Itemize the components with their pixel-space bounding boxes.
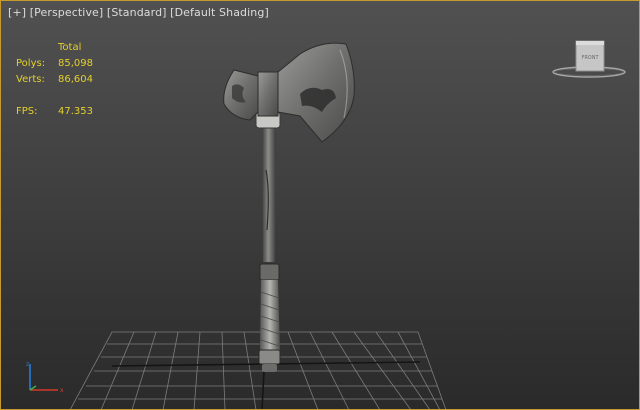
viewport-menu-perspective[interactable]: [Perspective] <box>30 6 104 19</box>
verts-value: 86,604 <box>58 74 93 85</box>
viewport-label: [+] [Perspective] [Standard] [Default Sh… <box>8 6 269 19</box>
statistics-overlay: Total Polys: 85,098 Verts: 86,604 FPS: 4… <box>16 40 118 120</box>
svg-text:x: x <box>60 387 64 394</box>
viewcube-icon[interactable]: FRONT <box>549 38 629 80</box>
home-grid <box>69 331 447 410</box>
axis-tripod-icon: z x <box>26 361 64 394</box>
stats-header: Total <box>58 42 82 53</box>
axe-model <box>223 42 355 372</box>
viewport-menu-plus[interactable]: [+] <box>8 6 26 19</box>
svg-text:z: z <box>26 361 29 368</box>
viewcube-face-label: FRONT <box>581 55 599 61</box>
viewport-menu-standard[interactable]: [Standard] <box>107 6 167 19</box>
verts-label: Verts: <box>16 74 45 85</box>
fps-value: 47.353 <box>58 106 93 117</box>
polys-label: Polys: <box>16 58 46 69</box>
fps-label: FPS: <box>16 106 38 117</box>
polys-value: 85,098 <box>58 58 93 69</box>
perspective-viewport[interactable]: [+] [Perspective] [Standard] [Default Sh… <box>0 0 640 410</box>
viewport-menu-shading[interactable]: [Default Shading] <box>170 6 269 19</box>
